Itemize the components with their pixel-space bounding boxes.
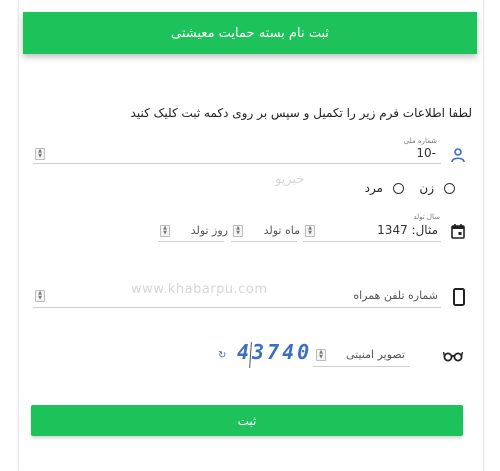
logo-watermark: خبرپو (275, 172, 305, 187)
calendar-icon (449, 222, 467, 240)
birth-year-input[interactable]: مثال: 1347 (377, 223, 438, 237)
submit-button[interactable]: ثبت (31, 405, 463, 436)
refresh-icon[interactable]: ↻ (218, 350, 226, 361)
phone-spinner[interactable]: ▲ ▼ (35, 290, 45, 302)
birth-year-spinner[interactable]: ▲ ▼ (305, 225, 315, 237)
security-spinner[interactable]: ▲ ▼ (316, 349, 326, 361)
site-watermark: www.khabarpu.com (131, 282, 268, 297)
phone-icon (450, 288, 468, 306)
national-id-label: شماره ملی (403, 137, 437, 145)
security-input[interactable]: تصویر امنیتی (346, 348, 405, 361)
male-radio[interactable] (393, 183, 404, 194)
female-label: زن (419, 181, 434, 195)
birth-month-underline (231, 241, 297, 242)
birth-month-input[interactable]: ماه تولد (264, 224, 300, 237)
male-label: مرد (364, 181, 383, 195)
instruction-text: لطفا اطلاعات فرم زیر را تکمیل و سپس بر ر… (130, 106, 472, 120)
phone-underline (33, 307, 441, 308)
birth-day-spinner[interactable]: ▲ ▼ (160, 225, 170, 237)
national-id-underline (33, 163, 441, 164)
phone-input[interactable]: شماره تلفن همراه (353, 289, 438, 302)
female-radio[interactable] (444, 183, 455, 194)
birth-day-underline (158, 241, 224, 242)
birth-day-input[interactable]: روز تولد (191, 224, 228, 237)
captcha-image: 43740 (237, 340, 313, 364)
glasses-icon (442, 347, 464, 365)
national-id-spinner[interactable]: ▲ ▼ (35, 148, 45, 160)
national-id-input[interactable]: -10 (416, 146, 436, 160)
security-underline (313, 366, 410, 367)
birth-month-spinner[interactable]: ▲ ▼ (233, 225, 243, 237)
page-header: ثبت نام بسته حمایت معیشتی (23, 12, 477, 54)
birth-year-label: سال تولد (413, 213, 440, 221)
birth-year-underline (303, 241, 441, 242)
header-title: ثبت نام بسته حمایت معیشتی (171, 25, 329, 41)
person-icon (449, 146, 467, 164)
